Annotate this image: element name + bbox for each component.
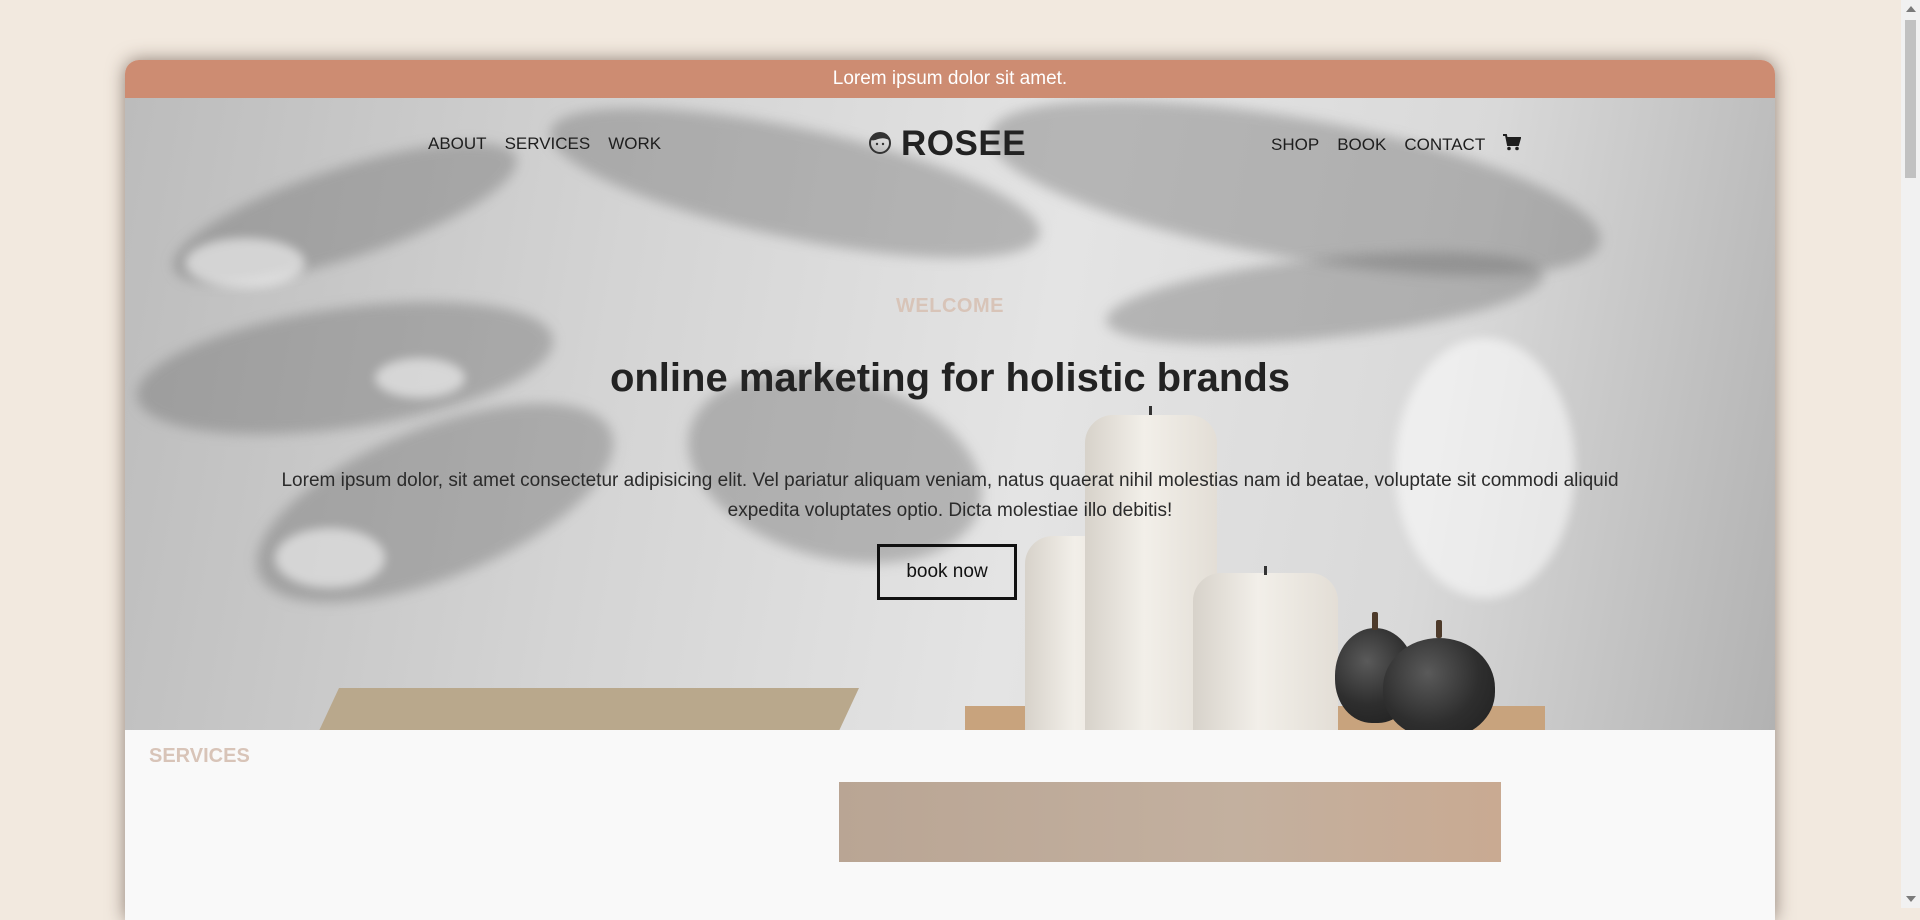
scroll-up-arrow-icon[interactable]	[1906, 6, 1916, 12]
fig-stem	[1372, 612, 1378, 630]
scrollbar[interactable]	[1901, 0, 1920, 908]
cart-icon[interactable]	[1503, 134, 1522, 156]
nav-link-services[interactable]: SERVICES	[505, 134, 591, 154]
services-label: SERVICES	[149, 745, 250, 767]
scroll-down-arrow-icon[interactable]	[1906, 896, 1916, 902]
hero-section: ABOUT SERVICES WORK ROSEE SHOP BOOK CONT…	[125, 98, 1775, 730]
nav-right-group: SHOP BOOK CONTACT	[1271, 134, 1522, 156]
nav-link-contact[interactable]: CONTACT	[1404, 135, 1485, 155]
hero-body: Lorem ipsum dolor, sit amet consectetur …	[281, 470, 1619, 521]
announcement-text: Lorem ipsum dolor sit amet.	[832, 68, 1068, 89]
nav-link-about[interactable]: ABOUT	[428, 134, 487, 154]
logo-text: ROSEE	[901, 124, 1027, 163]
light-patch	[275, 528, 385, 588]
candle-wick	[1264, 566, 1267, 575]
book-decor	[311, 688, 859, 730]
fig-decor	[1383, 638, 1495, 730]
candle-wick	[1149, 406, 1152, 415]
main-nav: ABOUT SERVICES WORK ROSEE SHOP BOOK CONT…	[125, 98, 1775, 183]
book-now-button[interactable]: book now	[877, 544, 1017, 600]
announcement-bar: Lorem ipsum dolor sit amet.	[125, 60, 1775, 98]
scroll-thumb[interactable]	[1905, 20, 1916, 178]
fig-stem	[1436, 620, 1442, 638]
nav-link-book[interactable]: BOOK	[1337, 135, 1386, 155]
logo[interactable]: ROSEE	[867, 124, 1026, 164]
services-image	[839, 782, 1501, 862]
face-icon	[867, 129, 893, 160]
nav-link-shop[interactable]: SHOP	[1271, 135, 1319, 155]
candle-decor	[1193, 573, 1338, 730]
nav-link-work[interactable]: WORK	[608, 134, 661, 154]
nav-left-group: ABOUT SERVICES WORK	[428, 134, 661, 154]
light-patch	[185, 238, 305, 288]
hero-eyebrow: WELCOME	[896, 295, 1004, 317]
hero-headline: online marketing for holistic brands	[609, 356, 1291, 400]
